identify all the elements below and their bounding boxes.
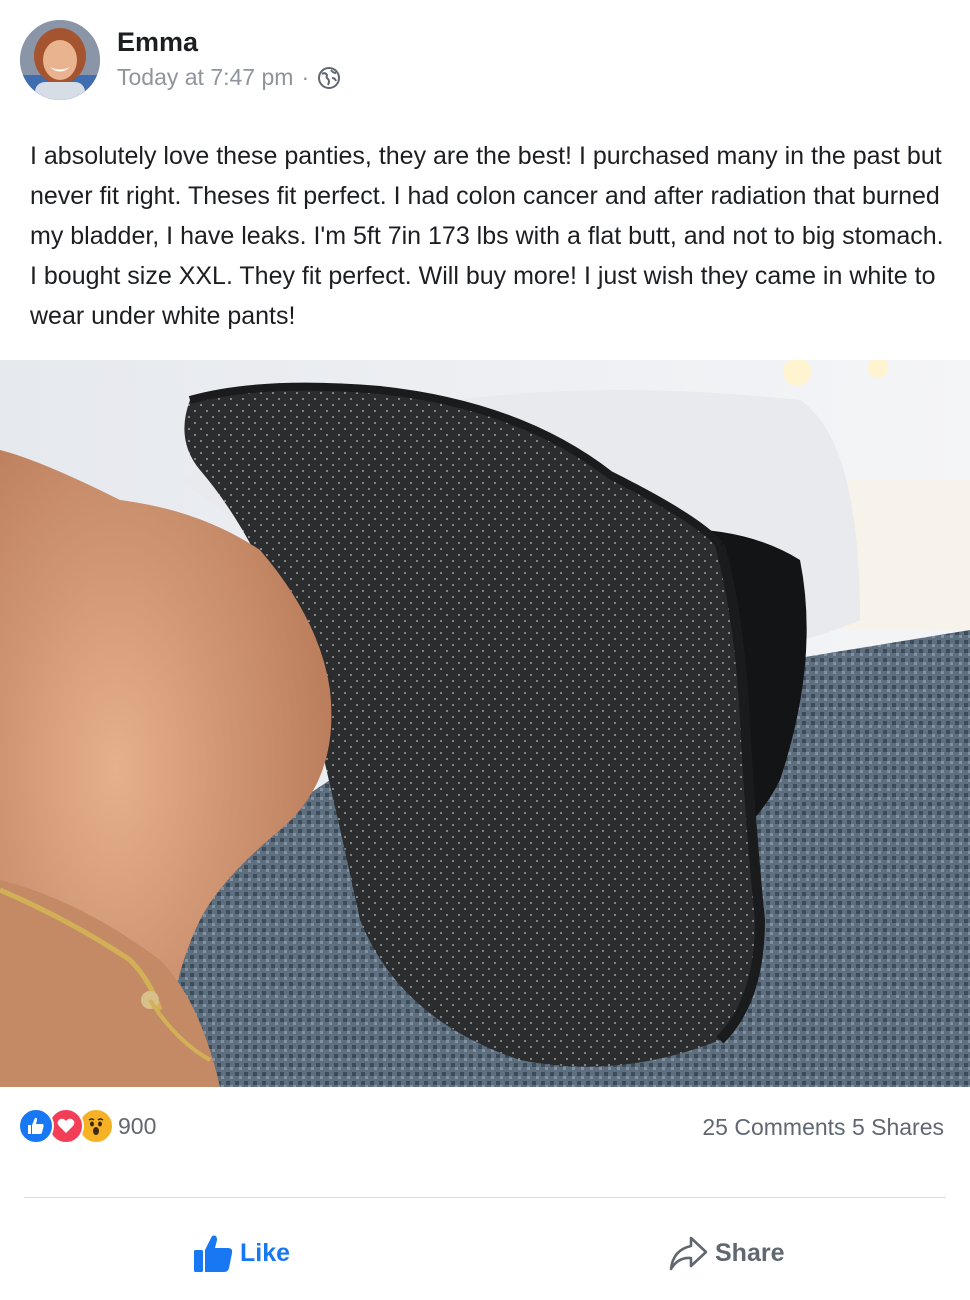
globe-icon: [317, 66, 341, 90]
like-button[interactable]: Like: [192, 1232, 290, 1274]
post-photo[interactable]: [0, 360, 970, 1087]
post-actions: Like Share: [0, 1220, 970, 1290]
author-name[interactable]: Emma: [117, 27, 198, 58]
post-stats: 900 25 Comments 5 Shares: [18, 1108, 948, 1152]
divider: [24, 1197, 946, 1198]
share-arrow-icon: [667, 1232, 709, 1274]
avatar[interactable]: [20, 20, 100, 100]
shares-count-link[interactable]: 5 Shares: [852, 1114, 944, 1140]
social-post: Emma Today at 7:47 pm · I absolutely lov…: [0, 0, 970, 1300]
engagement-counts: 25 Comments 5 Shares: [702, 1114, 944, 1141]
thumbs-up-icon: [192, 1232, 234, 1274]
post-timestamp[interactable]: Today at 7:47 pm: [117, 64, 293, 91]
post-text: I absolutely love these panties, they ar…: [30, 142, 944, 330]
meta-separator: ·: [301, 64, 310, 90]
post-header: Emma Today at 7:47 pm ·: [20, 20, 950, 100]
reaction-count: 900: [118, 1112, 157, 1139]
comments-count-link[interactable]: 25 Comments: [702, 1114, 845, 1140]
like-reaction-icon: [18, 1108, 54, 1144]
reactions-summary[interactable]: 900: [18, 1108, 156, 1144]
share-button[interactable]: Share: [667, 1232, 784, 1274]
share-label: Share: [715, 1238, 785, 1267]
post-meta: Today at 7:47 pm ·: [117, 64, 341, 91]
like-label: Like: [240, 1238, 291, 1267]
